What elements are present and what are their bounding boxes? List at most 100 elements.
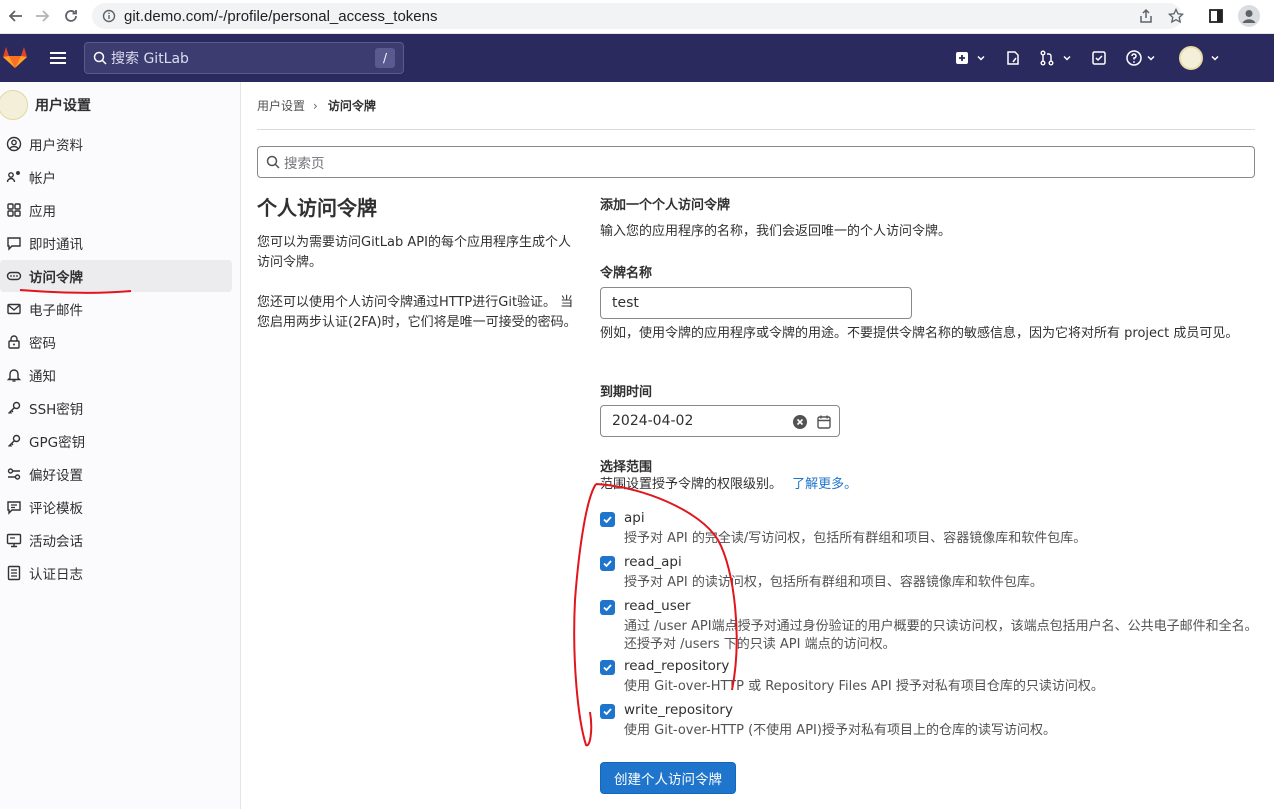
sidebar-item-9[interactable]: GPG密钥 xyxy=(0,425,232,457)
calendar-icon[interactable] xyxy=(816,414,832,430)
sidebar-item-8[interactable]: SSH密钥 xyxy=(0,392,232,424)
key-icon xyxy=(5,399,23,417)
sidebar-item-13[interactable]: 认证日志 xyxy=(0,557,232,589)
clear-icon[interactable] xyxy=(792,414,808,430)
expiry-date-input[interactable]: 2024-04-02 xyxy=(600,405,840,437)
sidebar-title: 用户设置 xyxy=(35,98,91,114)
token-icon xyxy=(5,267,23,285)
scope-name[interactable]: read_repository xyxy=(624,658,729,674)
scopes-help: 范围设置授予令牌的权限级别。 xyxy=(600,477,783,492)
address-bar[interactable]: git.demo.com/-/profile/personal_access_t… xyxy=(92,3,1182,29)
reload-icon[interactable] xyxy=(61,6,81,26)
scope-description: 通过 /user API端点授予对通过身份验证的用户概要的只读访问权，该端点包括… xyxy=(624,619,1258,652)
sidebar-item-label: SSH密钥 xyxy=(29,402,84,418)
scopes-label: 选择范围 xyxy=(600,460,653,475)
intro-section: 个人访问令牌 您可以为需要访问GitLab API的每个应用程序生成个人访问令牌… xyxy=(257,192,577,353)
create-new-dropdown[interactable] xyxy=(955,46,987,70)
chevron-down-icon xyxy=(1211,55,1219,61)
scope-name[interactable]: read_api xyxy=(624,554,682,570)
scope-name[interactable]: api xyxy=(624,510,645,526)
scope-description: 授予对 API 的读访问权，包括所有群组和项目、容器镜像库和软件包库。 xyxy=(624,575,1043,590)
page-search-input[interactable]: 搜索页 xyxy=(257,146,1255,178)
sidebar-item-label: 密码 xyxy=(29,336,56,352)
scope-checkbox[interactable] xyxy=(600,660,615,675)
scope-checkbox[interactable] xyxy=(600,512,615,527)
profile-icon[interactable] xyxy=(1238,5,1260,31)
chevron-down-icon xyxy=(977,55,985,61)
sidebar-item-label: 即时通讯 xyxy=(29,237,83,253)
issues-button[interactable] xyxy=(1005,46,1021,70)
page-info-icon[interactable] xyxy=(102,9,116,23)
sidebar-item-label: 活动会话 xyxy=(29,534,83,550)
sidebar-item-6[interactable]: 密码 xyxy=(0,326,232,358)
merge-requests-dropdown[interactable] xyxy=(1039,46,1073,70)
gitlab-logo-icon[interactable] xyxy=(2,44,28,70)
help-icon xyxy=(1126,50,1142,66)
scope-name[interactable]: write_repository xyxy=(624,702,733,718)
scope-checkbox[interactable] xyxy=(600,704,615,719)
issues-icon xyxy=(1007,51,1019,65)
sidebar-item-label: 电子邮件 xyxy=(29,303,83,319)
url-text: git.demo.com/-/profile/personal_access_t… xyxy=(124,7,438,25)
search-icon xyxy=(266,155,280,169)
create-token-button[interactable]: 创建个人访问令牌 xyxy=(600,762,736,794)
applications-icon xyxy=(5,201,23,219)
settings-sidebar: 用户设置 用户资料帐户应用即时通讯访问令牌电子邮件密码通知 SSH密钥 GPG密钥偏… xyxy=(0,82,241,809)
sidebar-item-1[interactable]: 帐户 xyxy=(0,161,232,193)
token-name-label: 令牌名称 xyxy=(600,266,653,281)
sidebar-toggle-icon[interactable] xyxy=(1208,8,1224,28)
help-dropdown[interactable] xyxy=(1125,46,1157,70)
gitlab-header: 搜索 GitLab / xyxy=(0,34,1274,82)
log-icon xyxy=(5,564,23,582)
sidebar-item-12[interactable]: 活动会话 xyxy=(0,524,232,556)
bookmark-star-icon[interactable] xyxy=(1167,7,1185,28)
sidebar-item-label: 帐户 xyxy=(29,171,56,187)
sidebar-item-label: GPG密钥 xyxy=(29,435,86,451)
sidebar-header[interactable]: 用户设置 xyxy=(0,88,91,122)
sidebar-item-label: 通知 xyxy=(29,369,56,385)
bell-icon xyxy=(5,366,23,384)
sidebar-item-10[interactable]: 偏好设置 xyxy=(0,458,232,490)
expiry-date-value: 2024-04-02 xyxy=(612,413,694,429)
forward-icon[interactable] xyxy=(32,6,52,26)
todos-button[interactable] xyxy=(1091,46,1107,70)
token-name-help: 例如，使用令牌的应用程序或令牌的用途。不要提供令牌名称的敏感信息，因为它将对所有… xyxy=(600,326,1239,341)
form-heading: 添加一个个人访问令牌 xyxy=(600,198,731,213)
expiry-label: 到期时间 xyxy=(600,385,653,400)
sidebar-item-11[interactable]: 评论模板 xyxy=(0,491,232,523)
scope-name[interactable]: read_user xyxy=(624,598,691,614)
search-shortcut-key: / xyxy=(375,48,395,68)
breadcrumb-parent[interactable]: 用户设置 xyxy=(257,97,305,114)
scopes-help-line: 范围设置授予令牌的权限级别。 了解更多。 xyxy=(600,475,857,495)
breadcrumb-current[interactable]: 访问令牌 xyxy=(328,97,376,114)
menu-icon[interactable] xyxy=(48,48,68,68)
share-icon[interactable] xyxy=(1138,8,1154,28)
sidebar-item-label: 应用 xyxy=(29,204,56,220)
monitor-icon xyxy=(5,531,23,549)
token-name-input[interactable]: test xyxy=(600,287,912,319)
sidebar-item-3[interactable]: 即时通讯 xyxy=(0,227,232,259)
sidebar-item-label: 评论模板 xyxy=(29,501,83,517)
account-gear-icon xyxy=(5,168,23,186)
user-circle-icon xyxy=(5,135,23,153)
merge-request-icon xyxy=(1040,50,1054,66)
todo-checkbox-icon xyxy=(1092,51,1106,65)
scope-checkbox[interactable] xyxy=(600,556,615,571)
intro-paragraph-1: 您可以为需要访问GitLab API的每个应用程序生成个人访问令牌。 xyxy=(257,235,571,270)
gitlab-search-input[interactable]: 搜索 GitLab / xyxy=(84,42,404,74)
sidebar-item-7[interactable]: 通知 xyxy=(0,359,232,391)
back-icon[interactable] xyxy=(6,6,26,26)
comment-icon xyxy=(5,498,23,516)
sidebar-item-0[interactable]: 用户资料 xyxy=(0,128,232,160)
user-menu-dropdown[interactable] xyxy=(1179,46,1221,70)
search-icon xyxy=(93,51,107,65)
plus-square-icon xyxy=(956,52,968,64)
sidebar-item-5[interactable]: 电子邮件 xyxy=(0,293,232,325)
learn-more-link[interactable]: 了解更多。 xyxy=(792,477,857,492)
scope-description: 授予对 API 的完全读/写访问权，包括所有群组和项目、容器镜像库和软件包库。 xyxy=(624,531,1087,546)
scope-checkbox[interactable] xyxy=(600,600,615,615)
sidebar-item-label: 用户资料 xyxy=(29,138,83,154)
sidebar-item-label: 偏好设置 xyxy=(29,468,83,484)
sidebar-item-4[interactable]: 访问令牌 xyxy=(0,260,232,292)
sidebar-item-2[interactable]: 应用 xyxy=(0,194,232,226)
